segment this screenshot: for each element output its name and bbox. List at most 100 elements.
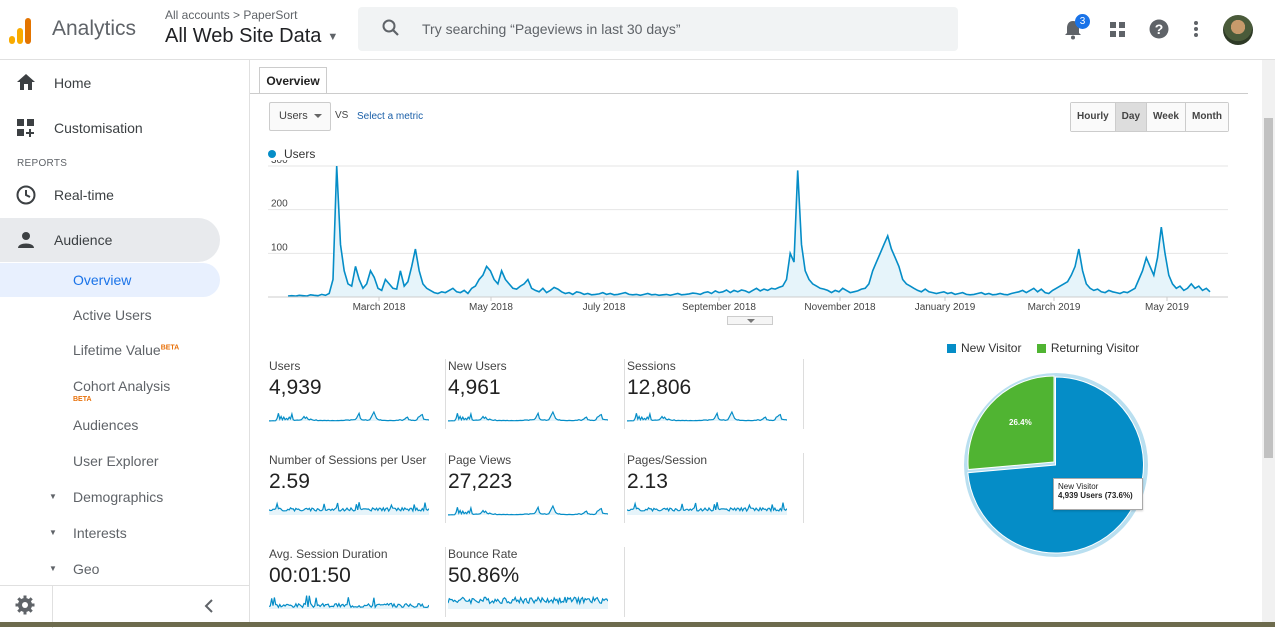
legend-returning-visitor[interactable]: Returning Visitor bbox=[1051, 341, 1140, 355]
sidebar-item-demographics[interactable]: ▼ Demographics bbox=[0, 480, 220, 514]
settings-gear-icon[interactable] bbox=[15, 595, 35, 615]
tile-label: Sessions bbox=[627, 359, 676, 373]
sparkline-line bbox=[448, 410, 608, 422]
svg-text:?: ? bbox=[1155, 21, 1164, 37]
metric-tile-page-views[interactable]: Page Views 27,223 bbox=[448, 453, 626, 531]
legend-new-visitor[interactable]: New Visitor bbox=[961, 341, 1021, 355]
pie-legend: New Visitor Returning Visitor bbox=[947, 341, 1139, 355]
customisation-icon bbox=[17, 119, 34, 137]
granularity-toggle: Hourly Day Week Month bbox=[1070, 102, 1229, 132]
tab-overview[interactable]: Overview bbox=[259, 67, 327, 94]
expand-triangle-icon: ▼ bbox=[49, 492, 57, 501]
tile-divider bbox=[624, 359, 625, 429]
breadcrumb[interactable]: All accounts > PaperSort bbox=[165, 8, 297, 22]
sidebar-item-label: Real-time bbox=[54, 187, 114, 203]
metric-tile-new-users[interactable]: New Users 4,961 bbox=[448, 359, 626, 437]
sparkline bbox=[448, 410, 608, 422]
x-tick-label: January 2019 bbox=[915, 302, 976, 313]
tile-divider bbox=[803, 359, 804, 429]
tile-label: Bounce Rate bbox=[448, 547, 518, 561]
sidebar-item-label: Cohort Analysis bbox=[73, 378, 171, 394]
tile-value: 2.13 bbox=[627, 470, 668, 493]
sidebar-item-user-explorer[interactable]: User Explorer bbox=[0, 444, 220, 478]
pie-slice-label: 26.4% bbox=[1009, 418, 1032, 427]
tile-value: 12,806 bbox=[627, 376, 692, 399]
home-icon bbox=[17, 74, 35, 90]
tile-label: Number of Sessions per User bbox=[269, 453, 427, 467]
reports-heading: REPORTS bbox=[17, 158, 68, 169]
sparkline bbox=[627, 501, 787, 515]
sidebar-item-label: Demographics bbox=[73, 489, 164, 505]
day-button[interactable]: Day bbox=[1114, 103, 1147, 131]
sidebar-item-label: Home bbox=[54, 75, 92, 91]
tile-divider bbox=[624, 547, 625, 617]
sparkline-line bbox=[448, 504, 608, 516]
more-vert-icon[interactable] bbox=[1193, 20, 1199, 38]
sidebar-item-audiences[interactable]: Audiences bbox=[0, 408, 220, 442]
metric-tile-pages-per-session[interactable]: Pages/Session 2.13 bbox=[627, 453, 805, 531]
apps-grid-icon[interactable] bbox=[1110, 22, 1126, 38]
sidebar-item-interests[interactable]: ▼ Interests bbox=[0, 516, 220, 550]
tooltip-title: New Visitor bbox=[1058, 482, 1099, 491]
person-icon bbox=[18, 232, 34, 248]
select-metric-link[interactable]: Select a metric bbox=[357, 111, 423, 122]
visitor-pie-chart[interactable]: 26.4% bbox=[956, 364, 1152, 560]
x-tick-label: May 2018 bbox=[469, 302, 513, 313]
sparkline bbox=[269, 410, 429, 422]
month-button[interactable]: Month bbox=[1184, 103, 1228, 131]
users-line-chart[interactable]: 100 200 300 March 2018 May 2018 July 2018 Sept… bbox=[268, 160, 1230, 320]
sidebar-item-overview[interactable]: Overview bbox=[0, 263, 220, 297]
chart-collapse-button[interactable] bbox=[727, 316, 773, 325]
tile-label: Page Views bbox=[448, 453, 512, 467]
tile-divider bbox=[445, 453, 446, 523]
vertical-scrollbar[interactable] bbox=[1262, 60, 1275, 627]
sidebar-item-cohort-analysis[interactable]: Cohort Analysis BETA bbox=[0, 369, 220, 403]
metric-tile-avg-session-duration[interactable]: Avg. Session Duration 00:01:50 bbox=[269, 547, 447, 625]
avatar[interactable] bbox=[1223, 15, 1253, 45]
metric-tile-bounce-rate[interactable]: Bounce Rate 50.86% bbox=[448, 547, 626, 625]
sidebar-item-customisation[interactable]: Customisation bbox=[0, 106, 220, 150]
search-bar[interactable]: Try searching “Pageviews in last 30 days… bbox=[358, 7, 958, 51]
expand-triangle-icon: ▼ bbox=[49, 528, 57, 537]
beta-badge: BETA bbox=[73, 396, 92, 403]
metric-tile-sessions[interactable]: Sessions 12,806 bbox=[627, 359, 805, 437]
sidebar-item-geo[interactable]: ▼ Geo bbox=[0, 552, 220, 586]
week-button[interactable]: Week bbox=[1146, 103, 1185, 131]
sidebar-item-label: Geo bbox=[73, 561, 100, 577]
collapse-sidebar-icon[interactable] bbox=[204, 599, 214, 613]
top-bar: Analytics All accounts > PaperSort All W… bbox=[0, 0, 1275, 60]
sidebar-item-label: Lifetime ValueBETA bbox=[73, 342, 179, 358]
tile-label: Avg. Session Duration bbox=[269, 547, 388, 561]
hourly-button[interactable]: Hourly bbox=[1071, 103, 1115, 131]
sidebar-item-lifetime-value[interactable]: Lifetime ValueBETA bbox=[0, 333, 220, 367]
legend-label: Users bbox=[284, 147, 316, 161]
main-content: Overview Users VS Select a metric Hourly… bbox=[250, 60, 1262, 627]
sidebar-item-text: Lifetime Value bbox=[73, 342, 161, 358]
y-tick-label: 300 bbox=[271, 160, 288, 166]
metric-select[interactable]: Users bbox=[269, 102, 331, 131]
scrollbar-thumb[interactable] bbox=[1264, 118, 1273, 458]
series-area bbox=[288, 166, 1210, 297]
sidebar-item-home[interactable]: Home bbox=[0, 61, 220, 105]
sparkline-line bbox=[627, 410, 787, 422]
sidebar-footer bbox=[0, 585, 250, 628]
analytics-logo-icon[interactable] bbox=[9, 16, 37, 44]
property-selector[interactable]: All Web Site Data ▼ bbox=[165, 25, 338, 48]
sidebar-item-label: User Explorer bbox=[73, 453, 159, 469]
x-tick-label: March 2018 bbox=[353, 302, 406, 313]
metric-tile-users[interactable]: Users 4,939 bbox=[269, 359, 447, 437]
sidebar-item-label: Audiences bbox=[73, 417, 139, 433]
tile-divider bbox=[445, 547, 446, 617]
tile-value: 00:01:50 bbox=[269, 564, 351, 587]
sidebar-item-realtime[interactable]: Real-time bbox=[0, 173, 220, 217]
help-icon[interactable]: ? bbox=[1149, 19, 1169, 39]
sidebar-item-audience[interactable]: Audience bbox=[0, 218, 220, 262]
y-tick-label: 200 bbox=[271, 199, 288, 210]
pie-tooltip: New Visitor 4,939 Users (73.6%) bbox=[1053, 478, 1143, 510]
sidebar-item-active-users[interactable]: Active Users bbox=[0, 298, 220, 332]
metric-tile-sessions-per-user[interactable]: Number of Sessions per User 2.59 bbox=[269, 453, 447, 531]
y-tick-label: 100 bbox=[271, 242, 288, 253]
x-tick-label: July 2018 bbox=[583, 302, 626, 313]
sidebar: Home Customisation REPORTS Real-time Aud… bbox=[0, 60, 250, 628]
vs-label: VS bbox=[335, 110, 349, 121]
